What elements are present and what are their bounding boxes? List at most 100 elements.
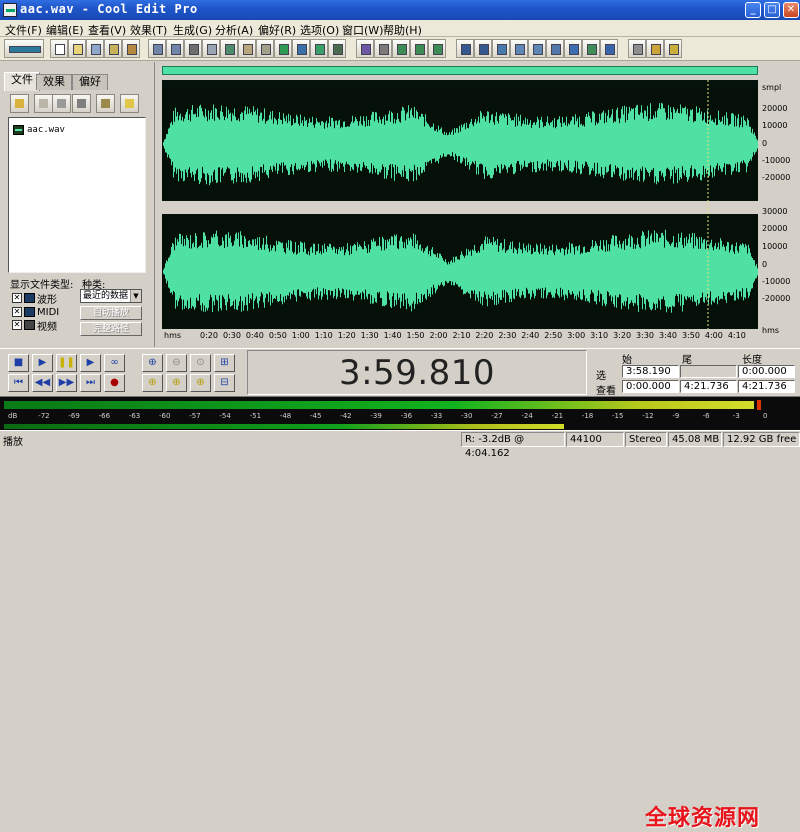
tab-favorites[interactable]: 偏好: [72, 74, 108, 90]
rewind-button[interactable]: ◀◀: [32, 374, 53, 392]
view-begin-field[interactable]: 0:00.000: [622, 380, 679, 393]
video-checkbox[interactable]: ✕: [12, 320, 22, 330]
play-button[interactable]: ▶: [32, 354, 53, 372]
auto-play-button[interactable]: 自动播放: [80, 306, 142, 320]
import-icon[interactable]: [34, 94, 53, 113]
close-file-icon[interactable]: [52, 94, 71, 113]
waveform-display[interactable]: hms 0:20 0:30 0:40 0:50 1:00 1:10 1:20 1:30 1:40 1…: [162, 80, 758, 340]
play-to-end-button[interactable]: ▶: [80, 354, 101, 372]
title-bar: aac.wav - Cool Edit Pro _ □ ✕: [0, 0, 800, 20]
pause-button[interactable]: ❚❚: [56, 354, 77, 372]
record-button[interactable]: ●: [104, 374, 125, 392]
zoom-full-icon[interactable]: ⊙: [190, 354, 211, 372]
delete-silence-icon[interactable]: [328, 39, 346, 58]
save-selection-icon[interactable]: [122, 39, 140, 58]
sort-select[interactable]: 最近的数据 ▼: [80, 289, 142, 303]
play-list-icon[interactable]: [600, 39, 618, 58]
go-to-start-button[interactable]: ⏮: [8, 374, 29, 392]
cut-icon[interactable]: [184, 39, 202, 58]
zoom-right-icon[interactable]: ⊕: [166, 374, 187, 392]
menu-window[interactable]: 窗口(W): [342, 22, 383, 38]
multitrack-toggle-button[interactable]: [4, 39, 44, 58]
file-help-icon[interactable]: [120, 94, 139, 113]
zoom-vertical-out-icon[interactable]: ⊟: [214, 374, 235, 392]
fast-forward-button[interactable]: ▶▶: [56, 374, 77, 392]
open-icon[interactable]: [68, 39, 86, 58]
current-time: 3:59.810: [338, 353, 496, 393]
new-icon[interactable]: [50, 39, 68, 58]
zoom-in-icon[interactable]: ⊕: [142, 354, 163, 372]
frequency-analysis-icon[interactable]: [546, 39, 564, 58]
midi-checkbox[interactable]: ✕: [12, 307, 22, 317]
maximize-button[interactable]: □: [764, 2, 780, 18]
copy-new-icon[interactable]: [220, 39, 238, 58]
full-path-button[interactable]: 完整路径: [80, 322, 142, 336]
open-append-icon[interactable]: [104, 39, 122, 58]
envelope-icon[interactable]: [356, 39, 374, 58]
crop-icon[interactable]: [310, 39, 328, 58]
snap-icon[interactable]: [528, 39, 546, 58]
save-icon[interactable]: [86, 39, 104, 58]
settings-icon[interactable]: [628, 39, 646, 58]
minimize-button[interactable]: _: [745, 2, 761, 18]
midi-type-label: MIDI: [37, 306, 60, 318]
menu-preferences[interactable]: 偏好(R): [258, 22, 296, 38]
type-midi-row[interactable]: ✕ MIDI: [12, 306, 59, 318]
menu-file[interactable]: 文件(F): [5, 22, 42, 38]
amp-label-4: -10000: [762, 156, 791, 165]
type-waveform-row[interactable]: ✕ 波形: [12, 292, 57, 306]
menu-edit[interactable]: 编辑(E): [46, 22, 84, 38]
list-item[interactable]: aac.wav: [13, 124, 65, 136]
loop-play-button[interactable]: ∞: [104, 354, 125, 372]
trim-icon[interactable]: [292, 39, 310, 58]
tab-files[interactable]: 文件: [4, 72, 40, 91]
meter-tick-label: -57: [189, 412, 201, 420]
menu-generate[interactable]: 生成(G): [173, 22, 212, 38]
tab-effects[interactable]: 效果: [36, 74, 72, 90]
insert-multitrack-icon[interactable]: [96, 94, 115, 113]
show-cues-icon[interactable]: [492, 39, 510, 58]
menu-analyze[interactable]: 分析(A): [215, 22, 253, 38]
both-channels-icon[interactable]: [428, 39, 446, 58]
waveform-view-icon[interactable]: [456, 39, 474, 58]
left-channel-icon[interactable]: [392, 39, 410, 58]
menu-options[interactable]: 选项(O): [300, 22, 339, 38]
zoom-region-icon[interactable]: [510, 39, 528, 58]
view-length-field[interactable]: 4:21.736: [738, 380, 795, 393]
waveform-checkbox[interactable]: ✕: [12, 293, 22, 303]
zoom-vertical-in-icon[interactable]: ⊞: [214, 354, 235, 372]
view-end-field[interactable]: 4:21.736: [680, 380, 737, 393]
go-to-end-button[interactable]: ⏭: [80, 374, 101, 392]
type-video-row[interactable]: ✕ 视频: [12, 319, 57, 333]
right-channel-icon[interactable]: [410, 39, 428, 58]
show-file-types-label: 显示文件类型:: [10, 280, 74, 291]
copy-icon[interactable]: [202, 39, 220, 58]
zoom-out-icon[interactable]: ⊖: [166, 354, 187, 372]
paste-new-icon[interactable]: [256, 39, 274, 58]
selection-length-field[interactable]: 0:00.000: [738, 365, 795, 378]
help-icon[interactable]: [664, 39, 682, 58]
zoom-left-icon[interactable]: ⊕: [142, 374, 163, 392]
info-icon[interactable]: [646, 39, 664, 58]
menu-effects[interactable]: 效果(T): [130, 22, 167, 38]
overview-bar[interactable]: [162, 66, 758, 75]
undo-icon[interactable]: [148, 39, 166, 58]
spectral-view-icon[interactable]: [474, 39, 492, 58]
chevron-down-icon[interactable]: ▼: [130, 290, 141, 302]
selection-end-field[interactable]: [680, 365, 737, 378]
menu-view[interactable]: 查看(V): [88, 22, 126, 38]
stop-button[interactable]: ■: [8, 354, 29, 372]
close-button[interactable]: ✕: [783, 2, 799, 18]
waveform-canvas[interactable]: hms 0:20 0:30 0:40 0:50 1:00 1:10 1:20 1:30 1:40 1…: [162, 80, 758, 340]
paste-icon[interactable]: [238, 39, 256, 58]
redo-icon[interactable]: [166, 39, 184, 58]
open-file-icon[interactable]: [10, 94, 29, 113]
cue-list-icon[interactable]: [582, 39, 600, 58]
menu-help[interactable]: 帮助(H): [383, 22, 422, 38]
mix-paste-icon[interactable]: [274, 39, 292, 58]
spectral-icon[interactable]: [374, 39, 392, 58]
close-all-icon[interactable]: [72, 94, 91, 113]
statistics-icon[interactable]: [564, 39, 582, 58]
zoom-selection-icon[interactable]: ⊕: [190, 374, 211, 392]
selection-begin-field[interactable]: 3:58.190: [622, 365, 679, 378]
